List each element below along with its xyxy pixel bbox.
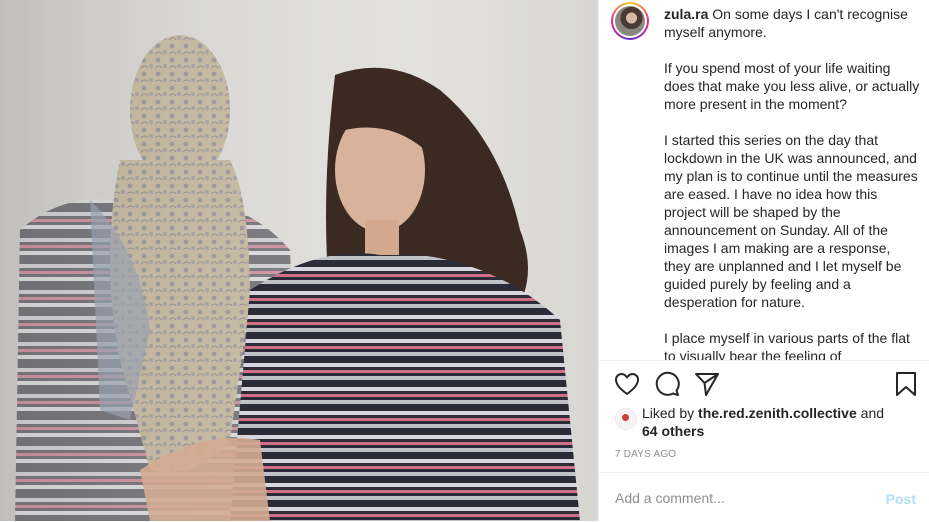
heart-icon[interactable] — [613, 370, 641, 398]
comment-input[interactable] — [615, 490, 855, 506]
comment-bubble-icon[interactable] — [653, 370, 681, 398]
caption-paragraph: If you spend most of your life waiting d… — [664, 60, 920, 112]
post-comment-button[interactable]: Post — [886, 491, 916, 507]
post-side-panel: zula.ra On some days I can't recognise m… — [598, 0, 929, 521]
and-label: and — [860, 405, 885, 421]
caption-paragraph: I place myself in various parts of the f… — [664, 330, 910, 360]
post-caption: zula.ra On some days I can't recognise m… — [664, 5, 920, 360]
caption-scroll-area[interactable]: zula.ra On some days I can't recognise m… — [599, 0, 929, 360]
caption-paragraph: I started this series on the day that lo… — [664, 132, 918, 310]
avatar-image — [615, 6, 645, 36]
action-bar — [599, 370, 929, 400]
others-count-link[interactable]: 64 others — [642, 423, 704, 439]
bookmark-icon[interactable] — [892, 370, 920, 398]
avatar[interactable] — [611, 2, 649, 40]
username-link[interactable]: zula.ra — [664, 6, 708, 22]
divider — [599, 360, 929, 361]
liker-username-link[interactable]: the.red.zenith.collective — [698, 405, 857, 421]
avatar-border — [613, 4, 647, 38]
liked-by-label: Liked by — [642, 405, 695, 421]
photo-artwork — [0, 0, 598, 521]
post-photo — [0, 0, 598, 521]
caption-paragraph: zula.ra On some days I can't recognise m… — [664, 5, 920, 41]
paper-plane-icon[interactable] — [693, 370, 721, 398]
likes-text: Liked by the.red.zenith.collective and 6… — [642, 404, 912, 440]
post-timestamp[interactable]: 7 days ago — [615, 449, 676, 460]
liker-avatar[interactable] — [615, 408, 637, 430]
comment-bar: Post — [599, 472, 929, 522]
